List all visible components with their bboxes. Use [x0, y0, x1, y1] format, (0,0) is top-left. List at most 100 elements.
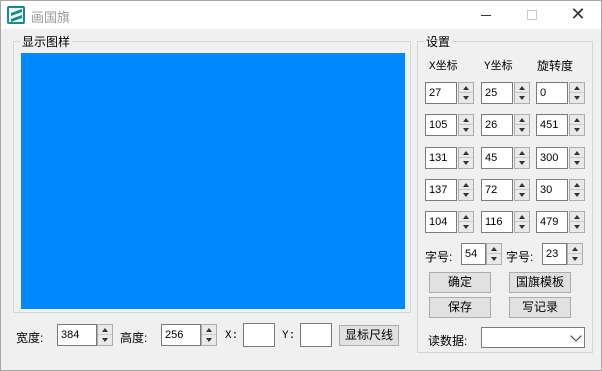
y-input-3[interactable]: 45: [481, 147, 513, 169]
rotation-spin-arrows-1[interactable]: [569, 82, 585, 104]
height-spin-arrows[interactable]: [201, 324, 217, 346]
rotation-stepper-3[interactable]: 300: [536, 147, 585, 169]
spin-up-arrow-icon[interactable]: [570, 83, 584, 93]
y-stepper-4[interactable]: 72: [481, 179, 530, 201]
y-spin-arrows-3[interactable]: [514, 147, 530, 169]
y-stepper-2[interactable]: 26: [481, 114, 530, 136]
x-spin-arrows-2[interactable]: [458, 114, 474, 136]
rotation-input-1[interactable]: 0: [536, 82, 568, 104]
spin-up-arrow-icon[interactable]: [459, 212, 473, 222]
y-stepper-5[interactable]: 116: [481, 211, 530, 233]
maximize-button[interactable]: [509, 1, 555, 29]
y-input-5[interactable]: 116: [481, 211, 513, 233]
x-spin-arrows-1[interactable]: [458, 82, 474, 104]
spin-down-arrow-icon[interactable]: [570, 222, 584, 232]
chevron-down-icon[interactable]: [570, 330, 582, 342]
x-input-4[interactable]: 137: [425, 179, 457, 201]
x-stepper-1[interactable]: 27: [425, 82, 474, 104]
spin-up-arrow-icon[interactable]: [515, 148, 529, 158]
x-stepper-5[interactable]: 104: [425, 211, 474, 233]
width-spin-arrows[interactable]: [97, 324, 113, 346]
height-stepper[interactable]: 256: [161, 324, 217, 346]
show-ruler-button[interactable]: 显标尺线: [339, 325, 399, 346]
height-input[interactable]: 256: [161, 324, 201, 346]
spin-up-arrow-icon[interactable]: [459, 148, 473, 158]
x-spin-arrows-5[interactable]: [458, 211, 474, 233]
spin-down-arrow-icon[interactable]: [98, 335, 112, 345]
y-input-4[interactable]: 72: [481, 179, 513, 201]
rotation-stepper-2[interactable]: 451: [536, 114, 585, 136]
x-input-2[interactable]: 105: [425, 114, 457, 136]
spin-up-arrow-icon[interactable]: [568, 244, 582, 254]
rotation-stepper-4[interactable]: 30: [536, 179, 585, 201]
rotation-spin-arrows-4[interactable]: [569, 179, 585, 201]
y-stepper-3[interactable]: 45: [481, 147, 530, 169]
font-size-stepper-2[interactable]: 23: [542, 243, 583, 265]
rotation-stepper-5[interactable]: 479: [536, 211, 585, 233]
font-size-spin-arrows-2[interactable]: [567, 243, 583, 265]
spin-up-arrow-icon[interactable]: [570, 148, 584, 158]
y-coordinate-field[interactable]: [300, 323, 332, 347]
x-input-1[interactable]: 27: [425, 82, 457, 104]
spin-up-arrow-icon[interactable]: [570, 115, 584, 125]
y-spin-arrows-4[interactable]: [514, 179, 530, 201]
spin-down-arrow-icon[interactable]: [570, 125, 584, 135]
x-spin-arrows-3[interactable]: [458, 147, 474, 169]
spin-up-arrow-icon[interactable]: [202, 325, 216, 335]
x-stepper-4[interactable]: 137: [425, 179, 474, 201]
x-stepper-2[interactable]: 105: [425, 114, 474, 136]
spin-down-arrow-icon[interactable]: [515, 158, 529, 168]
x-input-3[interactable]: 131: [425, 147, 457, 169]
rotation-spin-arrows-5[interactable]: [569, 211, 585, 233]
x-spin-arrows-4[interactable]: [458, 179, 474, 201]
spin-up-arrow-icon[interactable]: [459, 180, 473, 190]
spin-up-arrow-icon[interactable]: [459, 115, 473, 125]
rotation-spin-arrows-3[interactable]: [569, 147, 585, 169]
spin-down-arrow-icon[interactable]: [459, 125, 473, 135]
confirm-button[interactable]: 确定: [429, 272, 491, 293]
spin-up-arrow-icon[interactable]: [459, 83, 473, 93]
font-size-spin-arrows-1[interactable]: [486, 243, 502, 265]
y-spin-arrows-2[interactable]: [514, 114, 530, 136]
spin-down-arrow-icon[interactable]: [459, 93, 473, 103]
spin-up-arrow-icon[interactable]: [515, 115, 529, 125]
x-coordinate-field[interactable]: [243, 323, 275, 347]
spin-up-arrow-icon[interactable]: [515, 180, 529, 190]
spin-down-arrow-icon[interactable]: [487, 254, 501, 264]
x-stepper-3[interactable]: 131: [425, 147, 474, 169]
font-size-stepper-1[interactable]: 54: [461, 243, 502, 265]
flag-preview-canvas[interactable]: [21, 53, 405, 309]
y-spin-arrows-5[interactable]: [514, 211, 530, 233]
spin-down-arrow-icon[interactable]: [515, 125, 529, 135]
spin-down-arrow-icon[interactable]: [202, 335, 216, 345]
font-size-input-1[interactable]: 54: [461, 243, 486, 265]
minimize-button[interactable]: [463, 1, 509, 29]
spin-up-arrow-icon[interactable]: [570, 180, 584, 190]
spin-up-arrow-icon[interactable]: [487, 244, 501, 254]
spin-up-arrow-icon[interactable]: [570, 212, 584, 222]
close-button[interactable]: ✕: [555, 1, 601, 29]
flag-template-button[interactable]: 国旗模板: [509, 272, 571, 293]
spin-down-arrow-icon[interactable]: [570, 93, 584, 103]
y-stepper-1[interactable]: 25: [481, 82, 530, 104]
spin-down-arrow-icon[interactable]: [459, 190, 473, 200]
write-record-button[interactable]: 写记录: [509, 297, 571, 318]
spin-down-arrow-icon[interactable]: [459, 158, 473, 168]
read-data-dropdown[interactable]: [481, 327, 585, 348]
rotation-stepper-1[interactable]: 0: [536, 82, 585, 104]
spin-down-arrow-icon[interactable]: [515, 222, 529, 232]
width-input[interactable]: 384: [57, 324, 97, 346]
spin-down-arrow-icon[interactable]: [515, 190, 529, 200]
rotation-input-3[interactable]: 300: [536, 147, 568, 169]
spin-down-arrow-icon[interactable]: [515, 93, 529, 103]
x-input-5[interactable]: 104: [425, 211, 457, 233]
save-button[interactable]: 保存: [429, 297, 491, 318]
width-stepper[interactable]: 384: [57, 324, 113, 346]
rotation-input-5[interactable]: 479: [536, 211, 568, 233]
spin-down-arrow-icon[interactable]: [570, 190, 584, 200]
rotation-input-2[interactable]: 451: [536, 114, 568, 136]
spin-up-arrow-icon[interactable]: [98, 325, 112, 335]
spin-down-arrow-icon[interactable]: [459, 222, 473, 232]
y-spin-arrows-1[interactable]: [514, 82, 530, 104]
spin-up-arrow-icon[interactable]: [515, 83, 529, 93]
